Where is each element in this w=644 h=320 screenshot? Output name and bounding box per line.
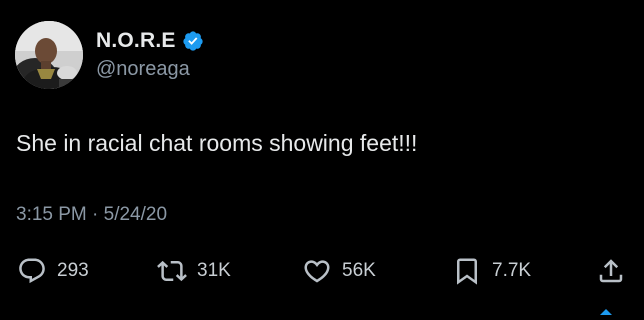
scroll-indicator-icon xyxy=(598,302,614,315)
bookmark-button[interactable]: 7.7K xyxy=(452,255,531,287)
retweet-count: 31K xyxy=(197,260,231,281)
tweet-timestamp[interactable]: 3:15 PM · 5/24/20 xyxy=(16,204,167,226)
reply-button[interactable]: 293 xyxy=(17,255,89,287)
tweet-actions-bar: 293 31K 56K 7.7K xyxy=(0,255,644,289)
tweet-card: N.O.R.E @noreaga She in racial chat room… xyxy=(0,0,644,315)
author-handle[interactable]: @noreaga xyxy=(96,58,190,81)
like-button[interactable]: 56K xyxy=(302,255,376,287)
reply-icon xyxy=(19,258,45,284)
avatar-photo xyxy=(15,21,83,89)
reply-count: 293 xyxy=(57,260,89,281)
verified-badge-icon xyxy=(182,30,204,52)
share-icon xyxy=(599,259,623,283)
bookmark-icon xyxy=(457,258,477,285)
author-display-name[interactable]: N.O.R.E xyxy=(96,29,176,53)
heart-icon xyxy=(304,260,330,283)
retweet-icon xyxy=(157,260,187,282)
author-name-row[interactable]: N.O.R.E xyxy=(96,27,204,55)
avatar[interactable] xyxy=(15,21,83,89)
tweet-text: She in racial chat rooms showing feet!!! xyxy=(16,130,418,156)
retweet-button[interactable]: 31K xyxy=(157,255,231,287)
share-button[interactable] xyxy=(596,255,626,287)
bookmark-count: 7.7K xyxy=(492,260,532,281)
like-count: 56K xyxy=(342,260,376,281)
